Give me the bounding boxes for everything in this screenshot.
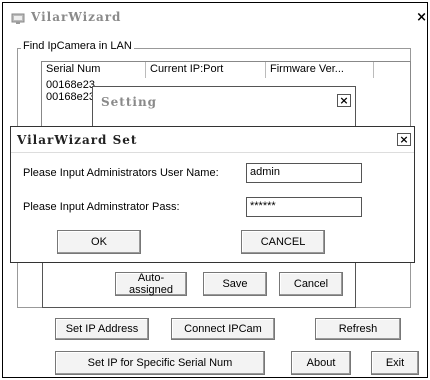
column-header-ip[interactable]: Current IP:Port bbox=[146, 62, 266, 78]
main-titlebar: VilarWizard × bbox=[3, 3, 427, 33]
close-icon[interactable]: × bbox=[416, 10, 427, 25]
refresh-button[interactable]: Refresh bbox=[315, 318, 401, 340]
setting-title: Setting bbox=[101, 95, 158, 109]
setting-close-icon[interactable]: × bbox=[337, 94, 351, 107]
set-dialog-title: VilarWizard Set bbox=[17, 133, 138, 147]
main-title: VilarWizard bbox=[31, 10, 122, 24]
set-ip-address-button[interactable]: Set IP Address bbox=[55, 318, 149, 340]
column-header-firmware[interactable]: Firmware Ver... bbox=[266, 62, 374, 78]
password-input[interactable]: ****** bbox=[246, 197, 362, 217]
cancel-button[interactable]: CANCEL bbox=[241, 230, 325, 254]
set-dialog-close-icon[interactable]: × bbox=[397, 133, 411, 146]
setting-cancel-button[interactable]: Cancel bbox=[279, 272, 343, 296]
password-label: Please Input Adminstrator Pass: bbox=[23, 201, 180, 213]
set-dialog-titlebar: VilarWizard Set × bbox=[11, 127, 414, 153]
exit-button[interactable]: Exit bbox=[371, 351, 419, 375]
ok-button[interactable]: OK bbox=[57, 230, 141, 254]
group-label: Find IpCamera in LAN bbox=[21, 40, 134, 52]
user-name-label: Please Input Administrators User Name: bbox=[23, 167, 219, 179]
setting-button-panel: Auto-assigned Save Cancel bbox=[42, 262, 356, 308]
connect-ipcam-button[interactable]: Connect IPCam bbox=[171, 318, 275, 340]
user-name-input[interactable]: admin bbox=[246, 163, 362, 183]
app-icon bbox=[11, 11, 25, 25]
auto-assigned-button[interactable]: Auto-assigned bbox=[115, 272, 187, 296]
column-header-serial[interactable]: Serial Num bbox=[42, 62, 146, 78]
about-button[interactable]: About bbox=[291, 351, 351, 375]
vilarwizard-set-dialog: VilarWizard Set × Please Input Administr… bbox=[10, 126, 415, 263]
save-button[interactable]: Save bbox=[203, 272, 267, 296]
set-ip-serial-button[interactable]: Set IP for Specific Serial Num bbox=[55, 351, 265, 375]
